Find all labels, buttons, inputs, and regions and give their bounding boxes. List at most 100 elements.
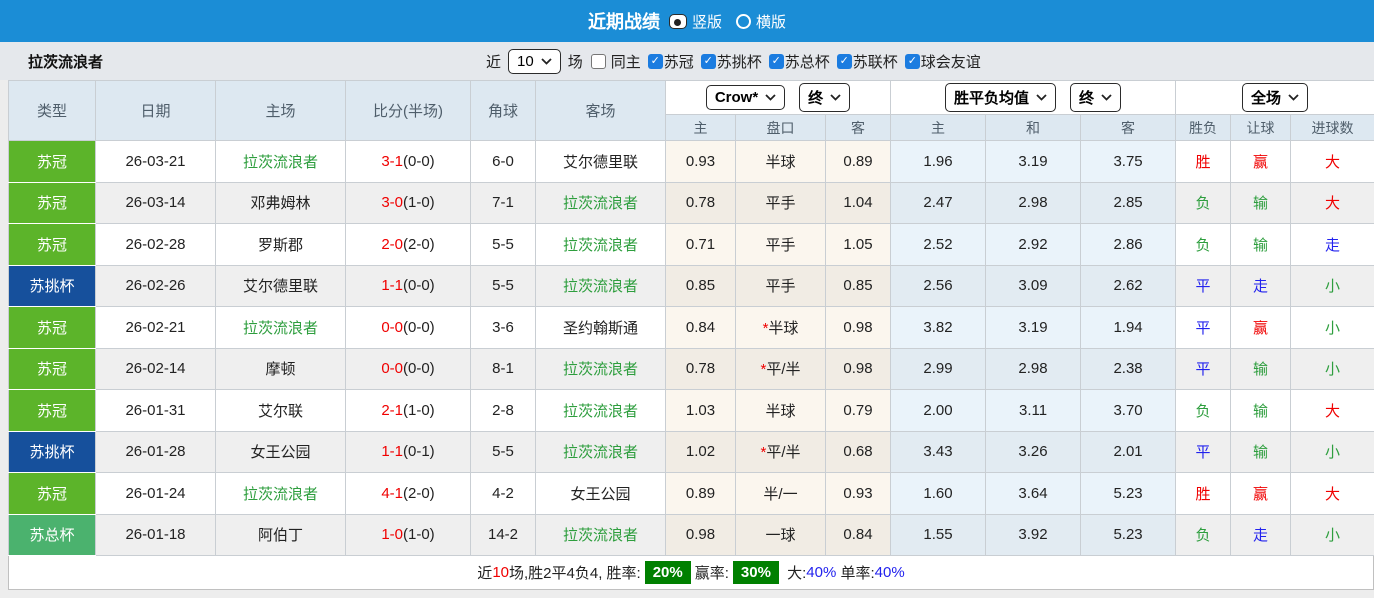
filters: 近 10 场 同主 苏冠苏挑杯苏总杯苏联杯球会友谊	[486, 42, 981, 80]
subheader-wdl: 胜负	[1176, 115, 1231, 141]
away-team: 拉茨流浪者	[536, 390, 666, 432]
match-row: 苏冠26-03-14邓弗姆林3-0(1-0)7-1拉茨流浪者0.78平手1.04…	[9, 182, 1374, 224]
avg-draw-odds: 3.19	[986, 307, 1081, 349]
away-team: 拉茨流浪者	[536, 224, 666, 266]
avg-home-odds: 1.60	[891, 473, 986, 515]
match-count-select[interactable]: 10	[508, 49, 561, 74]
footer-single-label: 单率:	[836, 562, 874, 583]
full-score: 2-0	[381, 236, 403, 253]
match-date: 26-01-24	[96, 473, 216, 515]
score-cell: 1-0(1-0)	[346, 514, 471, 556]
ah-home-odds: 0.85	[666, 265, 736, 307]
ah-home-odds: 0.98	[666, 514, 736, 556]
league-badge: 苏挑杯	[9, 265, 96, 307]
ah-away-odds: 1.05	[826, 224, 891, 266]
avg-away-odds: 5.23	[1081, 514, 1176, 556]
same-home-checkbox[interactable]	[591, 54, 606, 69]
league-badge: 苏冠	[9, 141, 96, 183]
avg-home-odds: 2.00	[891, 390, 986, 432]
match-row: 苏冠26-02-14摩顿0-0(0-0)8-1拉茨流浪者0.78*平/半0.98…	[9, 348, 1374, 390]
ah-away-odds: 0.84	[826, 514, 891, 556]
result-handicap: 赢	[1231, 473, 1291, 515]
result-wdl: 负	[1176, 224, 1231, 266]
full-score: 1-1	[381, 277, 403, 294]
avg-away-odds: 3.75	[1081, 141, 1176, 183]
match-date: 26-02-26	[96, 265, 216, 307]
chevron-down-icon	[765, 94, 776, 101]
avg-state-select[interactable]: 终	[1070, 83, 1121, 112]
avg-dropdown-cell: 胜平负均值 终	[891, 81, 1176, 115]
filterbar: 拉茨流浪者 近 10 场 同主 苏冠苏挑杯苏总杯苏联杯球会友谊	[0, 42, 1374, 80]
score-cell: 0-0(0-0)	[346, 307, 471, 349]
avg-home-odds: 3.82	[891, 307, 986, 349]
match-row: 苏冠26-03-21拉茨流浪者3-1(0-0)6-0艾尔德里联0.93半球0.8…	[9, 141, 1374, 183]
page-title: 近期战绩	[588, 8, 660, 34]
league-filter-checkbox[interactable]	[837, 54, 852, 69]
scope-dropdown-cell: 全场	[1176, 81, 1374, 115]
league-filter-label[interactable]: 球会友谊	[921, 51, 981, 72]
score-cell: 2-0(2-0)	[346, 224, 471, 266]
match-row: 苏挑杯26-01-28女王公园1-1(0-1)5-5拉茨流浪者1.02*平/半0…	[9, 431, 1374, 473]
footer-odds-win-label: 赢率:	[695, 562, 729, 583]
league-filter-checkbox[interactable]	[905, 54, 920, 69]
full-score: 4-1	[381, 485, 403, 502]
league-filter-label[interactable]: 苏挑杯	[717, 51, 762, 72]
corner-score: 14-2	[471, 514, 536, 556]
result-handicap: 输	[1231, 182, 1291, 224]
score-cell: 0-0(0-0)	[346, 348, 471, 390]
league-filter-label[interactable]: 苏冠	[664, 51, 694, 72]
away-team: 拉茨流浪者	[536, 514, 666, 556]
avg-draw-odds: 3.92	[986, 514, 1081, 556]
league-filter-checkbox[interactable]	[648, 54, 663, 69]
avg-draw-odds: 3.64	[986, 473, 1081, 515]
league-badge: 苏总杯	[9, 514, 96, 556]
result-handicap: 走	[1231, 514, 1291, 556]
same-home-label[interactable]: 同主	[611, 51, 641, 72]
ah-home-odds: 0.78	[666, 348, 736, 390]
result-wdl: 负	[1176, 182, 1231, 224]
ah-handicap: 平手	[736, 224, 826, 266]
avg-draw-odds: 2.92	[986, 224, 1081, 266]
match-date: 26-03-14	[96, 182, 216, 224]
avg-away-odds: 2.85	[1081, 182, 1176, 224]
full-score: 0-0	[381, 319, 403, 336]
home-team: 艾尔联	[216, 390, 346, 432]
result-goals: 大	[1291, 473, 1374, 515]
odds-state-select[interactable]: 终	[799, 83, 850, 112]
league-filter-checkbox[interactable]	[701, 54, 716, 69]
topbar: 近期战绩 竖版 横版	[0, 0, 1374, 42]
horizontal-layout-label[interactable]: 横版	[756, 11, 786, 32]
footer-near: 近	[477, 562, 492, 583]
handicap-star: *	[763, 320, 769, 337]
vertical-layout-radio[interactable]	[669, 14, 687, 29]
away-team: 拉茨流浪者	[536, 348, 666, 390]
avg-home-odds: 2.47	[891, 182, 986, 224]
league-filter-checkbox[interactable]	[769, 54, 784, 69]
corner-score: 6-0	[471, 141, 536, 183]
avg-odds-select[interactable]: 胜平负均值	[945, 83, 1056, 112]
subheader-avg-home: 主	[891, 115, 986, 141]
result-wdl: 平	[1176, 431, 1231, 473]
summary-footer: 近 10 场,胜2平4负4, 胜率: 20% 赢率: 30% 大: 40% 单率…	[8, 556, 1374, 590]
vertical-layout-label[interactable]: 竖版	[692, 11, 722, 32]
half-score: (2-0)	[403, 485, 435, 502]
ah-away-odds: 0.98	[826, 348, 891, 390]
ah-away-odds: 0.98	[826, 307, 891, 349]
corner-score: 4-2	[471, 473, 536, 515]
footer-count: 10	[492, 564, 509, 581]
avg-away-odds: 1.94	[1081, 307, 1176, 349]
odds-company-select[interactable]: Crow*	[706, 85, 785, 110]
subheader-avg-away: 客	[1081, 115, 1176, 141]
handicap-star: *	[760, 361, 766, 378]
result-wdl: 平	[1176, 348, 1231, 390]
league-filter-label[interactable]: 苏联杯	[853, 51, 898, 72]
horizontal-layout-radio[interactable]	[736, 14, 751, 29]
scope-select[interactable]: 全场	[1242, 83, 1308, 112]
odds-dropdown-cell: Crow* 终	[666, 81, 891, 115]
league-filter-label[interactable]: 苏总杯	[785, 51, 830, 72]
subheader-handicap-result: 让球	[1231, 115, 1291, 141]
match-row: 苏冠26-01-31艾尔联2-1(1-0)2-8拉茨流浪者1.03半球0.792…	[9, 390, 1374, 432]
ah-home-odds: 0.78	[666, 182, 736, 224]
avg-away-odds: 2.38	[1081, 348, 1176, 390]
result-wdl: 胜	[1176, 473, 1231, 515]
